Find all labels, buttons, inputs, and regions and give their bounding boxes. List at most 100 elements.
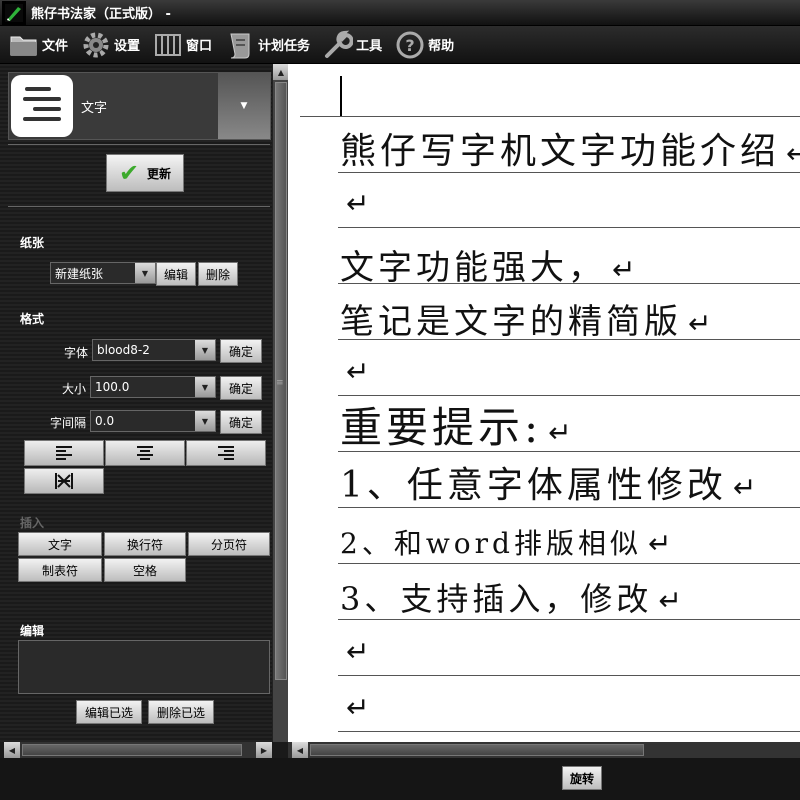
scroll-thumb[interactable] xyxy=(310,744,644,756)
menu-bar: 文件 设置 窗口 计划任务 工具 ? 帮助 xyxy=(0,26,800,64)
divider xyxy=(8,144,270,145)
doc-line-5[interactable]: ↵ xyxy=(340,350,373,390)
check-icon: ✔ xyxy=(118,159,140,187)
mode-dropdown-button[interactable]: ▼ xyxy=(218,73,270,139)
return-icon: ↵ xyxy=(346,635,374,668)
ruled-line xyxy=(338,172,800,173)
document-canvas[interactable]: 熊仔写字机文字功能介绍↵ ↵ 文字功能强大，↵ 笔记是文字的精简版↵ ↵ 重要提… xyxy=(288,64,800,742)
menu-tools[interactable]: 工具 xyxy=(322,28,382,62)
chevron-down-icon: ▼ xyxy=(195,411,215,431)
ruled-line xyxy=(338,507,800,508)
scroll-icon xyxy=(224,29,256,61)
window-title: 熊仔书法家（正式版） - xyxy=(31,7,171,22)
return-icon: ↵ xyxy=(548,416,576,449)
doc-line-11[interactable]: ↵ xyxy=(340,686,373,726)
return-icon: ↵ xyxy=(346,355,374,388)
svg-text:?: ? xyxy=(405,36,414,55)
rotate-button[interactable]: 旋转 xyxy=(562,766,602,790)
return-icon: ↵ xyxy=(346,187,374,220)
scroll-up-icon[interactable]: ▲ xyxy=(273,64,289,80)
scroll-thumb[interactable] xyxy=(22,744,242,756)
chevron-down-icon: ▼ xyxy=(240,101,248,111)
align-justify-button[interactable] xyxy=(24,468,104,494)
ruled-line xyxy=(338,451,800,452)
chevron-down-icon: ▼ xyxy=(195,340,215,360)
doc-line-6[interactable]: 重要提示: ↵ xyxy=(340,394,576,455)
ruled-line xyxy=(338,675,800,676)
return-icon: ↵ xyxy=(346,691,374,724)
scroll-left-icon[interactable]: ◀ xyxy=(292,742,308,758)
chevron-down-icon: ▼ xyxy=(195,377,215,397)
edit-selected-button[interactable]: 编辑已选 xyxy=(76,700,142,724)
align-right-button[interactable] xyxy=(186,440,266,466)
doc-line-1[interactable]: 熊仔写字机文字功能介绍↵ xyxy=(340,122,800,174)
paper-edit-button[interactable]: 编辑 xyxy=(156,262,196,286)
left-horizontal-scrollbar[interactable]: ◀ ▶ xyxy=(4,742,272,758)
spacing-confirm-button[interactable]: 确定 xyxy=(220,410,262,434)
align-center-button[interactable] xyxy=(105,440,185,466)
menu-file[interactable]: 文件 xyxy=(8,28,68,62)
edit-section-label: 编辑 xyxy=(20,624,45,638)
doc-line-2[interactable]: ↵ xyxy=(340,182,373,222)
font-confirm-button[interactable]: 确定 xyxy=(220,339,262,363)
help-icon: ? xyxy=(394,29,426,61)
return-icon: ↵ xyxy=(732,471,761,504)
ruled-line xyxy=(300,116,800,117)
doc-line-9[interactable]: 3、支持插入，修改 ↵ xyxy=(340,574,686,620)
bottom-bar: 旋转 xyxy=(0,758,800,800)
menu-settings[interactable]: 设置 xyxy=(80,28,140,62)
divider xyxy=(8,206,270,207)
title-bar: 熊仔书法家（正式版） - xyxy=(0,0,800,26)
doc-line-7[interactable]: 1、任意字体属性修改 ↵ xyxy=(340,456,760,508)
folder-icon xyxy=(8,29,40,61)
ruled-line xyxy=(338,339,800,340)
doc-line-4[interactable]: 笔记是文字的精简版 ↵ xyxy=(340,294,715,343)
menu-help[interactable]: ? 帮助 xyxy=(394,28,454,62)
font-label: 字体 xyxy=(63,346,88,360)
text-mode-icon xyxy=(11,75,73,137)
insert-space-button[interactable]: 空格 xyxy=(104,558,186,582)
splitter-grip-icon[interactable]: ≡ xyxy=(276,378,284,390)
mode-selector[interactable]: 文字 ▼ xyxy=(8,72,271,140)
return-icon: ↵ xyxy=(786,137,800,170)
left-vertical-scrollbar[interactable]: ▲ xyxy=(272,64,289,742)
paper-delete-button[interactable]: 删除 xyxy=(198,262,238,286)
font-select[interactable]: blood8-2 ▼ xyxy=(92,339,216,361)
return-icon: ↵ xyxy=(688,307,716,340)
document-horizontal-scrollbar[interactable]: ◀ xyxy=(288,742,800,758)
insert-pagebreak-button[interactable]: 分页符 xyxy=(188,532,270,556)
text-cursor xyxy=(340,76,342,116)
ruled-line xyxy=(338,619,800,620)
size-confirm-button[interactable]: 确定 xyxy=(220,376,262,400)
delete-selected-button[interactable]: 删除已选 xyxy=(148,700,214,724)
align-left-icon xyxy=(56,446,72,460)
doc-line-8[interactable]: 2、和word排版相似 ↵ xyxy=(340,522,675,562)
scroll-right-icon[interactable]: ▶ xyxy=(256,742,272,758)
spacing-select[interactable]: 0.0 ▼ xyxy=(90,410,216,432)
paper-section-label: 纸张 xyxy=(20,236,45,250)
insert-section-label: 插入 xyxy=(20,516,45,530)
size-select[interactable]: 100.0 ▼ xyxy=(90,376,216,398)
insert-linebreak-button[interactable]: 换行符 xyxy=(104,532,186,556)
insert-tab-button[interactable]: 制表符 xyxy=(18,558,102,582)
align-left-button[interactable] xyxy=(24,440,104,466)
doc-line-10[interactable]: ↵ xyxy=(340,630,373,670)
paper-select[interactable]: 新建纸张 ▼ xyxy=(50,262,156,284)
insert-text-button[interactable]: 文字 xyxy=(18,532,102,556)
return-icon: ↵ xyxy=(647,527,676,560)
ruled-line xyxy=(338,563,800,564)
gear-icon xyxy=(80,29,112,61)
spacing-label: 字间隔 xyxy=(49,416,86,430)
format-section-label: 格式 xyxy=(20,312,45,326)
doc-line-3[interactable]: 文字功能强大， ↵ xyxy=(340,240,639,289)
ruled-line xyxy=(338,227,800,228)
menu-window[interactable]: 窗口 xyxy=(152,28,212,62)
window-icon xyxy=(152,29,184,61)
ruled-line xyxy=(338,731,800,732)
edit-list[interactable] xyxy=(18,640,270,694)
app-logo-icon xyxy=(2,0,26,25)
menu-schedule[interactable]: 计划任务 xyxy=(224,28,310,62)
scroll-left-icon[interactable]: ◀ xyxy=(4,742,20,758)
property-panel: 文字 ▼ ✔ 更新 纸张 新建纸张 ▼ 编辑 删除 格式 字体 blood8-2… xyxy=(0,64,289,742)
update-button[interactable]: ✔ 更新 xyxy=(106,154,184,192)
